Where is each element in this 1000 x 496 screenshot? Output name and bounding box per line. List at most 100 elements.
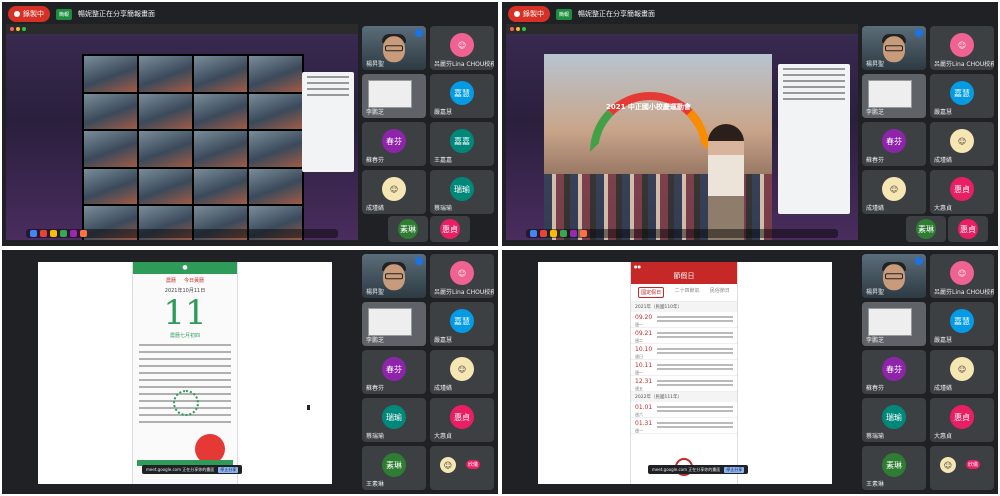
participant-tile[interactable]: 李鹏芝 <box>862 302 926 346</box>
participant-tile[interactable]: 惠貞 大惠貞 <box>930 170 994 214</box>
holiday-weekday: 週六 <box>635 412 643 417</box>
participant-tile[interactable]: ☺ 呂麗芬Lina CHOU校務教... <box>930 26 994 70</box>
participant-tile[interactable]: 瑞瑜 蔡瑞瑜 <box>862 398 926 442</box>
holiday-header: ●● 節假日 <box>631 262 737 284</box>
participant-tile[interactable]: 嘉嘉 王嘉嘉 <box>430 122 494 166</box>
participant-tile[interactable]: 嘉慧 嚴嘉慧 <box>430 74 494 118</box>
avatar: 嘉慧 <box>950 309 974 334</box>
holiday-tabs: 國定假日 二十四節氣 民俗節日 <box>631 284 737 302</box>
calendar-app: ● 農曆 今日黃曆 2021年10月11日 11 農曆七月初四 <box>132 262 238 484</box>
participant-tile[interactable]: 楊昇聖 <box>362 26 426 70</box>
participant-name: 蔡瑞瑜 <box>866 433 885 440</box>
tab-almanac[interactable]: 今日黃曆 <box>184 277 204 284</box>
holiday-date: 12.31 <box>635 378 653 385</box>
recording-indicator[interactable]: 錄製中 <box>8 6 50 22</box>
participant-tile[interactable]: ☺ 成瑾嬿 <box>862 170 926 214</box>
holiday-row[interactable]: 09.21 週二 <box>631 328 737 344</box>
participant-name: 王素琳 <box>866 481 885 488</box>
participant-tile[interactable]: 瑞瑜 蔡瑞瑜 <box>362 398 426 442</box>
holiday-row[interactable]: 01.31 週一 <box>631 418 737 434</box>
holiday-date: 10.10 <box>635 346 653 353</box>
participant-tile[interactable]: 素琳 <box>388 216 428 242</box>
video-grid-window <box>82 54 304 240</box>
participant-tile[interactable]: 李鹏芝 <box>362 302 426 346</box>
meet-top-bar: 錄製中 簡報 暢妮整正在分享簡報畫面 <box>2 2 498 26</box>
presenter-figure <box>708 124 744 240</box>
participant-tile[interactable]: 李鹏芝 <box>362 74 426 118</box>
participant-tile[interactable]: ☺ 呂麗芬Lina CHOU校務教... <box>430 26 494 70</box>
participant-tile[interactable]: 惠貞 <box>948 216 988 242</box>
participant-tile[interactable]: 惠貞 <box>430 216 470 242</box>
tab-folk-festivals[interactable]: 民俗節日 <box>710 287 730 298</box>
shared-screen-thumbnail <box>868 308 912 336</box>
participant-tile[interactable]: 春芬 蘇春芬 <box>862 122 926 166</box>
participant-tile[interactable]: ☺ 成瑾嬿 <box>430 350 494 394</box>
participant-tile[interactable]: 嘉慧 嚴嘉慧 <box>930 302 994 346</box>
participant-tile[interactable]: 春芬 蘇春芬 <box>362 350 426 394</box>
tab-lunar[interactable]: 農曆 <box>166 277 176 284</box>
holiday-weekday: 週二 <box>635 338 643 343</box>
participant-tile[interactable]: 惠貞 大惠貞 <box>930 398 994 442</box>
stop-sharing-button[interactable]: 停止分享 <box>218 466 239 473</box>
participant-tile[interactable]: 春芬 蘇春芬 <box>862 350 926 394</box>
holiday-row[interactable]: 09.20 週一 <box>631 312 737 328</box>
participant-video <box>883 36 905 63</box>
mic-active-icon <box>415 29 423 37</box>
shared-document: ● 農曆 今日黃曆 2021年10月11日 11 農曆七月初四 meet.goo… <box>38 262 332 484</box>
participant-name: 楊昇聖 <box>366 289 385 296</box>
avatar: ☺ <box>450 33 474 58</box>
presenting-text: 暢妮整正在分享簡報畫面 <box>578 10 656 18</box>
screenshot-quadrant-4: ●● 節假日 國定假日 二十四節氣 民俗節日 2021年（民國110年） 09.2… <box>502 250 998 494</box>
mic-active-icon <box>915 257 923 265</box>
participant-tile[interactable]: 素琳 王素琳 <box>362 446 426 490</box>
participant-tile[interactable]: 瑞瑜 蔡瑞瑜 <box>430 170 494 214</box>
participant-tile[interactable]: 楊昇聖 <box>862 26 926 70</box>
participant-name: 成瑾嬿 <box>866 205 885 212</box>
participant-tile[interactable]: 素琳 王素琳 <box>862 446 926 490</box>
chat-panel <box>778 64 850 214</box>
presenting-text: 暢妮整正在分享簡報畫面 <box>78 10 156 18</box>
participant-tile[interactable]: 楊昇聖 <box>862 254 926 298</box>
participant-tile[interactable]: 李鹏芝 <box>862 74 926 118</box>
record-dot-icon <box>514 11 520 17</box>
participant-tile[interactable]: ☺ 成瑾嬿 <box>930 122 994 166</box>
holiday-row[interactable]: 10.10 週日 <box>631 344 737 360</box>
participant-video <box>383 36 405 63</box>
participant-tile[interactable]: ☺ 成瑾嬿 <box>362 170 426 214</box>
participant-tile[interactable]: 楊昇聖 <box>362 254 426 298</box>
participant-tile[interactable]: 春芬 蘇春芬 <box>362 122 426 166</box>
balloon-arch <box>590 92 710 152</box>
holiday-row[interactable]: 10.11 週一 <box>631 360 737 376</box>
chat-panel <box>302 72 354 172</box>
mouse-cursor-icon <box>307 405 310 410</box>
holiday-row[interactable]: 01.01 週六 <box>631 402 737 418</box>
participant-name: 呂麗芬Lina CHOU校務教... <box>434 289 494 296</box>
holiday-detail <box>657 346 733 356</box>
participant-name: 嚴嘉慧 <box>934 109 953 116</box>
shared-screen-thumbnail <box>368 80 412 108</box>
stop-sharing-button[interactable]: 停止分享 <box>724 466 745 473</box>
participant-name: 王嘉嘉 <box>434 157 453 164</box>
participant-name: 嚴嘉慧 <box>434 337 453 344</box>
avatar: 春芬 <box>382 357 406 382</box>
participant-tile[interactable]: 素琳 <box>906 216 946 242</box>
day-number: 11 <box>163 293 207 333</box>
share-bar-text: meet.google.com 正在分享你的畫面 <box>146 466 215 472</box>
participant-tile[interactable]: ☺ 呂麗芬Lina CHOU校務教... <box>930 254 994 298</box>
self-tile[interactable]: ☺ 欣儀 <box>430 446 494 490</box>
holiday-row[interactable]: 12.31 週五 <box>631 376 737 392</box>
avatar: 春芬 <box>382 129 406 154</box>
participant-tile[interactable]: ☺ 呂麗芬Lina CHOU校務教... <box>430 254 494 298</box>
avatar: ☺ <box>950 33 974 58</box>
participant-tile[interactable]: ☺ 成瑾嬿 <box>930 350 994 394</box>
participant-tile[interactable]: 嘉慧 嚴嘉慧 <box>930 74 994 118</box>
participant-tile[interactable]: 惠貞 大惠貞 <box>430 398 494 442</box>
participant-name: 成瑾嬿 <box>434 385 453 392</box>
recording-indicator[interactable]: 錄製中 <box>508 6 550 22</box>
self-tile[interactable]: ☺ 欣儀 <box>930 446 994 490</box>
tab-solar-terms[interactable]: 二十四節氣 <box>674 287 699 298</box>
holiday-detail <box>657 330 733 340</box>
tab-national-holidays[interactable]: 國定假日 <box>638 287 665 298</box>
participant-tile[interactable]: 嘉慧 嚴嘉慧 <box>430 302 494 346</box>
calendar-header: ● <box>133 262 237 274</box>
